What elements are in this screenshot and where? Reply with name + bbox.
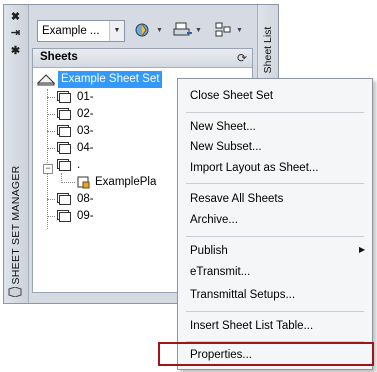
menu-item-insert-sheet-list-table[interactable]: Insert Sheet List Table...	[190, 316, 313, 336]
chevron-down-icon[interactable]: ▼	[195, 27, 202, 34]
menu-item-publish[interactable]: Publish	[190, 241, 228, 261]
menu-item-resave-all-sheets[interactable]: Resave All Sheets	[190, 189, 283, 209]
menu-item-new-sheet[interactable]: New Sheet...	[190, 117, 256, 137]
sheet-set-combo[interactable]: Example ... ▼	[37, 20, 125, 42]
menu-item-archive[interactable]: Archive...	[190, 210, 238, 230]
publish-icon[interactable]	[173, 21, 193, 39]
menu-item-close-sheet-set[interactable]: Close Sheet Set	[190, 86, 273, 106]
menu-item-new-subset[interactable]: New Subset...	[190, 137, 262, 157]
refresh-icon[interactable]: ⟳	[237, 51, 247, 65]
sheet-icon	[57, 108, 72, 120]
menu-separator	[186, 311, 364, 312]
menu-item-etransmit[interactable]: eTransmit...	[190, 262, 250, 282]
model-views-icon[interactable]	[214, 21, 234, 39]
tree-line	[47, 148, 55, 149]
tree-line	[47, 131, 55, 132]
properties-highlight-box	[158, 342, 374, 366]
chevron-down-icon[interactable]: ▼	[156, 27, 163, 34]
sheet-icon	[57, 142, 72, 154]
sheet-icon	[57, 159, 72, 171]
menu-separator	[186, 183, 364, 184]
sheet-icon	[57, 125, 72, 137]
menu-separator	[186, 112, 364, 113]
sheet-icon	[57, 193, 72, 205]
sheet-set-icon	[36, 73, 56, 92]
palette-title-bar[interactable]: ✖ ⇥ ✱ SHEET SET MANAGER	[4, 5, 29, 303]
chevron-down-icon[interactable]: ▼	[236, 27, 243, 34]
menu-separator	[186, 236, 364, 237]
chevron-down-icon[interactable]: ▼	[109, 21, 124, 41]
tree-line	[47, 114, 55, 115]
palette-menu-icon[interactable]	[8, 286, 22, 298]
collapse-icon[interactable]: −	[43, 164, 53, 174]
tree-line	[47, 216, 55, 217]
sheet-set-tool-icon[interactable]	[134, 21, 154, 39]
sheets-header: Sheets ⟳	[33, 49, 252, 68]
palette-title: SHEET SET MANAGER	[10, 165, 22, 285]
close-icon[interactable]: ✖	[9, 11, 22, 24]
tree-line	[47, 97, 55, 98]
submenu-arrow-icon: ▶	[359, 245, 366, 254]
tree-line	[47, 89, 48, 229]
sheet-icon	[57, 210, 72, 222]
context-menu: Close Sheet Set New Sheet... New Subset.…	[177, 78, 373, 370]
sheet-icon	[57, 91, 72, 103]
tree-line	[61, 182, 75, 183]
auto-hide-icon[interactable]: ⇥	[9, 27, 22, 40]
properties-icon[interactable]: ✱	[9, 45, 22, 58]
tree-line	[47, 199, 55, 200]
menu-item-import-layout[interactable]: Import Layout as Sheet...	[190, 158, 319, 178]
sheet-list-tab-label: Sheet List	[262, 26, 274, 74]
menu-item-transmittal-setups[interactable]: Transmittal Setups...	[190, 285, 295, 305]
